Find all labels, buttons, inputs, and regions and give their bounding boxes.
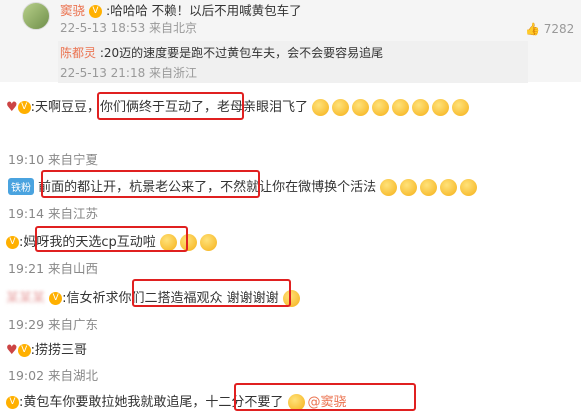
- verified-icon: V: [17, 101, 31, 114]
- blurred-username[interactable]: 某某某: [6, 291, 45, 306]
- parent-comment: 窦骁 V :哈哈哈 不赖！以后不用喊黄包车了: [60, 0, 302, 19]
- highlight-box: [97, 92, 244, 120]
- comment-1: ♥ V:天啊豆豆，你们俩终于互动了，老母亲眼泪飞了: [0, 96, 581, 116]
- comment-meta: 19:14 来自江苏: [8, 206, 98, 221]
- comment-text: :哈哈哈 不赖！以后不用喊黄包车了: [105, 3, 302, 18]
- heart-icon: ♥: [6, 343, 18, 358]
- verified-icon: V: [6, 396, 19, 409]
- reply-username[interactable]: 陈都灵: [60, 46, 96, 60]
- reply: 陈都灵 :20迈的速度要是跑不过黄包车夫，会不会要容易追尾: [60, 44, 383, 61]
- highlight-box: [41, 170, 260, 198]
- comment-meta: 19:10 来自宁夏: [8, 152, 98, 167]
- username[interactable]: 窦骁: [60, 3, 85, 18]
- verified-icon: V: [17, 344, 31, 357]
- highlight-box: [35, 226, 188, 252]
- reply-text: :20迈的速度要是跑不过黄包车夫，会不会要容易追尾: [99, 46, 384, 60]
- comment-text: :捞捞三哥: [30, 343, 88, 358]
- comment-time: 22-5-13 18:53 来自北京: [60, 21, 198, 35]
- like-button[interactable]: 👍 7282: [525, 22, 574, 36]
- comment-meta: 19:29 来自广东: [8, 317, 98, 332]
- avatar[interactable]: [22, 2, 50, 30]
- comment-5: ♥ V:捞捞三哥: [0, 339, 581, 358]
- comment-meta: 19:21 来自山西: [8, 261, 98, 276]
- comment-meta: 19:02 来自湖北: [8, 368, 98, 383]
- fan-badge: 铁粉: [8, 178, 34, 195]
- verified-icon: V: [89, 5, 102, 18]
- verified-icon: V: [6, 236, 19, 249]
- thumb-icon: 👍: [525, 22, 540, 36]
- emoji-icon: [380, 179, 480, 196]
- reply-time: 22-5-13 21:18 来自浙江: [60, 66, 198, 80]
- verified-icon: V: [49, 292, 63, 305]
- emoji-icon: [312, 99, 472, 116]
- like-count: 7282: [543, 22, 575, 36]
- highlight-box: [234, 383, 416, 411]
- heart-icon: ♥: [6, 100, 18, 115]
- highlight-box: [132, 279, 291, 307]
